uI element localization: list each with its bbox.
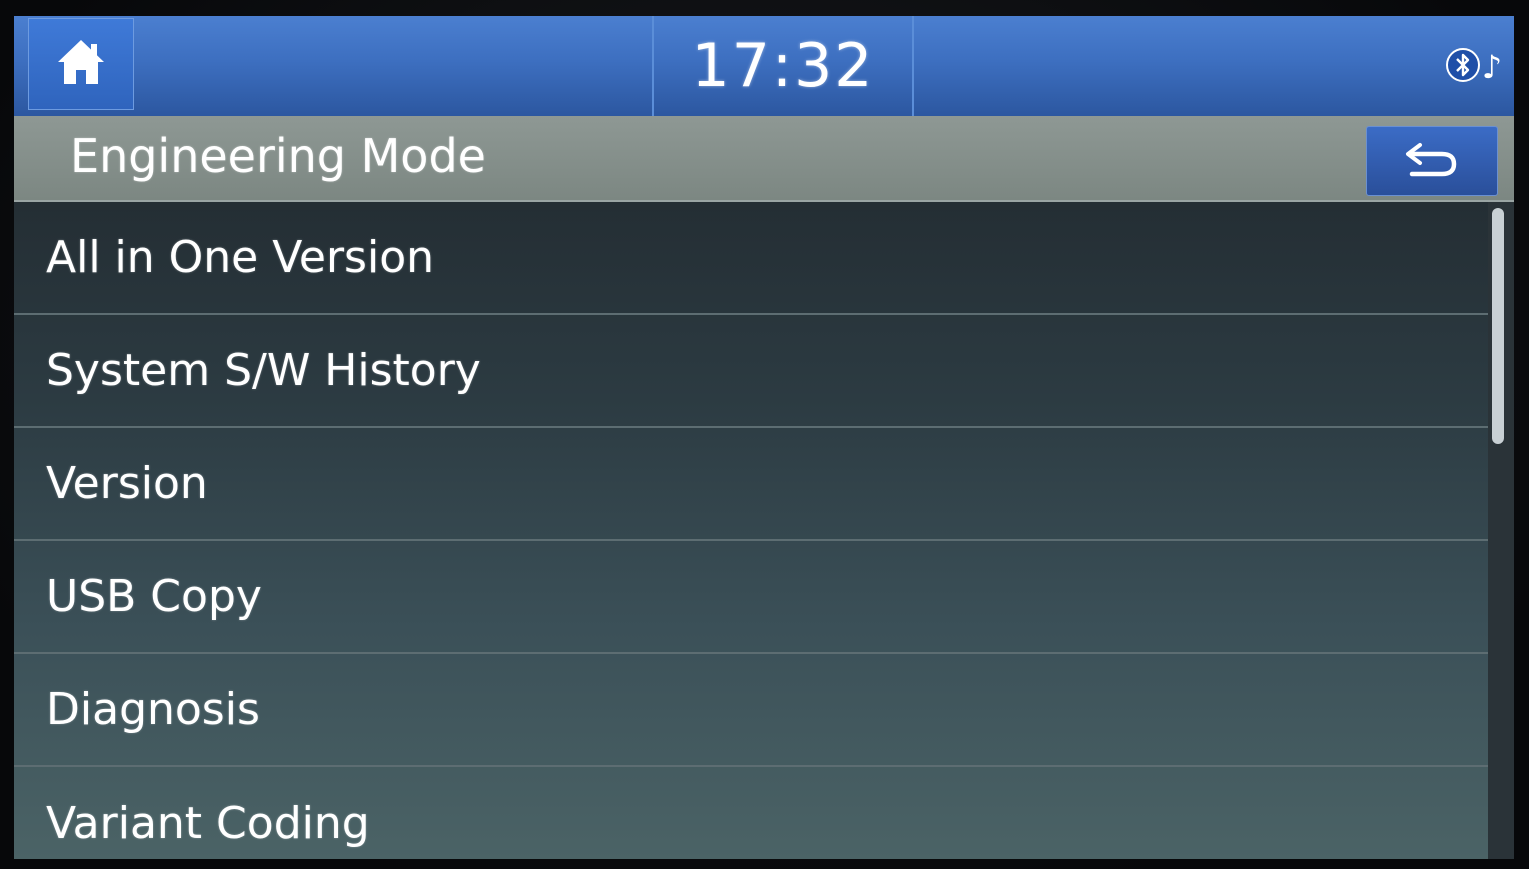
menu-item-label: Version <box>46 458 208 509</box>
status-icons: ♪ <box>1445 46 1502 88</box>
clock-area: 17:32 <box>652 16 914 116</box>
menu-item-label: Diagnosis <box>46 684 260 735</box>
menu-item-diagnosis[interactable]: Diagnosis <box>14 654 1488 767</box>
home-icon <box>54 36 108 92</box>
menu-item-system-sw-history[interactable]: System S/W History <box>14 315 1488 428</box>
infotainment-screen: 17:32 ♪ Engineering Mode All in One Vers… <box>14 16 1514 859</box>
clock: 17:32 <box>691 31 875 101</box>
music-note-icon: ♪ <box>1481 48 1502 86</box>
back-button[interactable] <box>1366 126 1498 196</box>
home-button[interactable] <box>28 18 134 110</box>
scrollbar-thumb[interactable] <box>1492 208 1504 444</box>
menu-item-label: Variant Coding <box>46 798 370 849</box>
menu-item-all-in-one-version[interactable]: All in One Version <box>14 202 1488 315</box>
status-bar: 17:32 ♪ <box>14 16 1514 116</box>
menu-item-version[interactable]: Version <box>14 428 1488 541</box>
bluetooth-icon <box>1445 46 1480 88</box>
menu-item-label: System S/W History <box>46 345 481 396</box>
title-bar: Engineering Mode <box>14 116 1514 202</box>
menu-item-variant-coding[interactable]: Variant Coding <box>14 767 1488 859</box>
page-title: Engineering Mode <box>70 129 486 183</box>
menu-item-label: All in One Version <box>46 232 435 283</box>
menu-item-usb-copy[interactable]: USB Copy <box>14 541 1488 654</box>
back-arrow-icon <box>1402 139 1462 183</box>
menu-list: All in One Version System S/W History Ve… <box>14 202 1488 859</box>
menu-item-label: USB Copy <box>46 571 262 622</box>
